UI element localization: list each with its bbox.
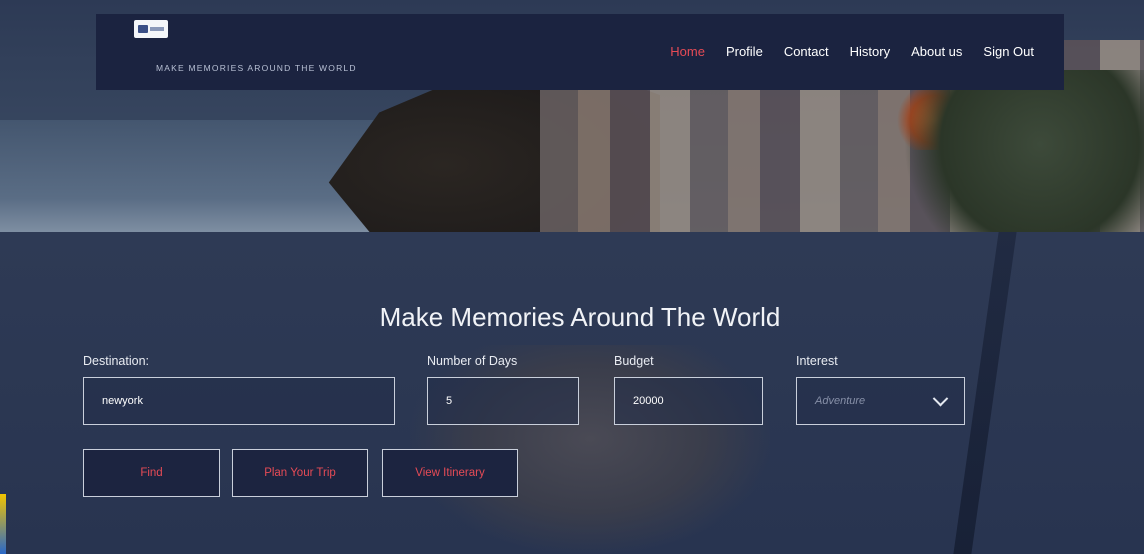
view-itinerary-button[interactable]: View Itinerary — [382, 449, 518, 497]
days-label: Number of Days — [427, 354, 518, 368]
budget-input[interactable] — [614, 377, 763, 425]
interest-select[interactable]: Adventure — [796, 377, 965, 425]
interest-selected-value: Adventure — [815, 395, 866, 407]
destination-label: Destination: — [83, 354, 150, 368]
nav-about-us[interactable]: About us — [911, 44, 962, 59]
nav-profile[interactable]: Profile — [726, 44, 763, 59]
nav-contact[interactable]: Contact — [784, 44, 829, 59]
page-title: Make Memories Around The World — [379, 302, 781, 333]
plan-trip-button[interactable]: Plan Your Trip — [232, 449, 368, 497]
nav-home[interactable]: Home — [670, 44, 705, 59]
trees — [884, 70, 1144, 235]
navbar: MAKE MEMORIES AROUND THE WORLD Home Prof… — [96, 14, 1064, 90]
left-accent-strip — [0, 494, 6, 554]
nav-sign-out[interactable]: Sign Out — [983, 44, 1034, 59]
main-nav: Home Profile Contact History About us Si… — [670, 44, 1034, 59]
site-tagline: MAKE MEMORIES AROUND THE WORLD — [156, 63, 357, 73]
interest-label: Interest — [796, 354, 838, 368]
days-input[interactable] — [427, 377, 579, 425]
budget-label: Budget — [614, 354, 654, 368]
logo-icon[interactable] — [134, 20, 168, 38]
destination-input[interactable] — [83, 377, 395, 425]
chevron-down-icon — [932, 390, 949, 406]
find-button[interactable]: Find — [83, 449, 220, 497]
nav-history[interactable]: History — [850, 44, 890, 59]
